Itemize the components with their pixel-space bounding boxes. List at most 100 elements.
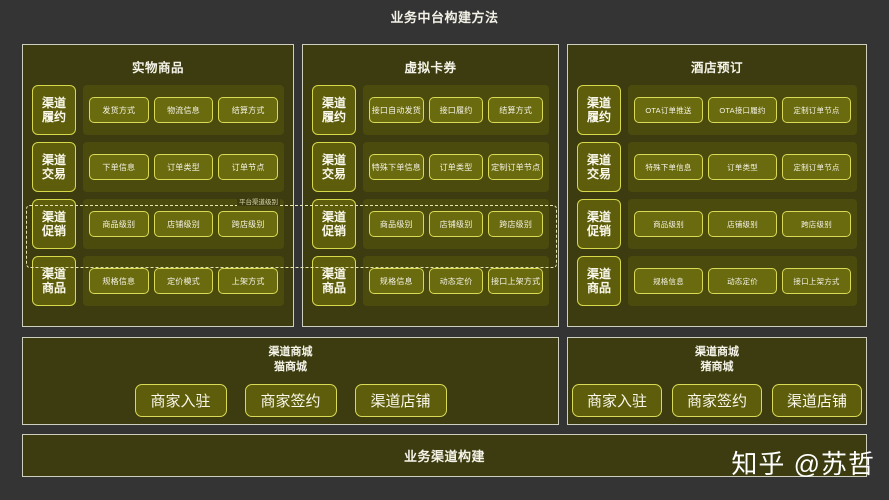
row-label[interactable]: 渠道 商品 — [32, 256, 76, 306]
capability-pill[interactable]: 规格信息 — [634, 268, 703, 294]
capability-pill[interactable]: 订单类型 — [708, 154, 777, 180]
row-label[interactable]: 渠道 促销 — [577, 199, 621, 249]
capability-pill[interactable]: 订单节点 — [218, 154, 279, 180]
row-label[interactable]: 渠道 促销 — [312, 199, 356, 249]
capability-row: 渠道 促销 商品级别 店铺级别 跨店级别 — [577, 199, 857, 249]
row-body: 特殊下单信息 订单类型 定制订单节点 — [363, 142, 549, 192]
row-label-line2: 交易 — [41, 167, 66, 181]
capability-pill[interactable]: 商品级别 — [89, 211, 149, 237]
capability-pill[interactable]: 定制订单节点 — [488, 154, 544, 180]
capability-pill[interactable]: 跨店级别 — [218, 211, 279, 237]
capability-pill[interactable]: 店铺级别 — [153, 211, 214, 237]
row-label-line1: 渠道 — [41, 152, 66, 167]
capability-pill[interactable]: 接口上架方式 — [782, 268, 851, 294]
capability-row: 渠道 商品 规格信息 动态定价 接口上架方式 — [312, 256, 549, 306]
row-label[interactable]: 渠道 商品 — [577, 256, 621, 306]
capability-rows: 渠道 履约 OTA订单推送 OTA接口履约 定制订单节点 渠道 交易 特殊下单信… — [577, 85, 857, 317]
capability-pill[interactable]: 定价模式 — [153, 268, 214, 294]
capability-pill[interactable]: 动态定价 — [428, 268, 484, 294]
row-label-line1: 渠道 — [321, 152, 346, 167]
row-label[interactable]: 渠道 交易 — [312, 142, 356, 192]
capability-row: 渠道 交易 特殊下单信息 订单类型 定制订单节点 — [577, 142, 857, 192]
capability-pill[interactable]: 店铺级别 — [708, 211, 777, 237]
mall-buttons: 商家入驻 商家签约 渠道店铺 — [571, 383, 863, 417]
row-label-line2: 履约 — [586, 110, 611, 124]
mall-buttons: 商家入驻 商家签约 渠道店铺 — [134, 383, 447, 417]
capability-row: 渠道 商品 规格信息 动态定价 接口上架方式 — [577, 256, 857, 306]
capability-pill[interactable]: 定制订单节点 — [782, 97, 851, 123]
capability-pill[interactable]: 特殊下单信息 — [369, 154, 424, 180]
capability-pill[interactable]: 订单类型 — [153, 154, 214, 180]
capability-row: 渠道 促销 商品级别 店铺级别 跨店级别 — [312, 199, 549, 249]
row-label[interactable]: 渠道 履约 — [312, 85, 356, 135]
merchant-contract-button[interactable]: 商家签约 — [244, 383, 337, 417]
capability-pill[interactable]: 定制订单节点 — [782, 154, 851, 180]
row-label-line1: 渠道 — [586, 209, 611, 224]
mall-title-line2: 猫商城 — [274, 361, 307, 373]
capability-pill[interactable]: 上架方式 — [218, 268, 279, 294]
row-body: 规格信息 动态定价 接口上架方式 — [363, 256, 549, 306]
capability-pill[interactable]: 下单信息 — [89, 154, 149, 180]
merchant-contract-button[interactable]: 商家签约 — [672, 383, 763, 417]
row-label[interactable]: 渠道 促销 — [32, 199, 76, 249]
row-label-line2: 履约 — [321, 110, 346, 124]
row-label-line2: 交易 — [586, 167, 611, 181]
mall-title-line1: 渠道商城 — [695, 346, 739, 359]
row-label[interactable]: 渠道 交易 — [32, 142, 76, 192]
row-label-line1: 渠道 — [321, 266, 346, 281]
capability-pill[interactable]: 结算方式 — [488, 97, 544, 123]
merchant-onboard-button[interactable]: 商家入驻 — [571, 383, 662, 417]
merchant-onboard-button[interactable]: 商家入驻 — [134, 383, 227, 417]
capability-pill[interactable]: OTA接口履约 — [708, 97, 777, 123]
domain-panels: 实物商品 渠道 履约 发货方式 物流信息 结算方式 渠道 交易 下单信息 订单类… — [22, 44, 867, 327]
row-label[interactable]: 渠道 履约 — [577, 85, 621, 135]
capability-pill[interactable]: 商品级别 — [369, 211, 424, 237]
row-body: 下单信息 订单类型 订单节点 — [83, 142, 284, 192]
capability-pill[interactable]: 接口自动发货 — [369, 97, 424, 123]
channel-store-button[interactable]: 渠道店铺 — [772, 383, 863, 417]
row-label-line2: 促销 — [321, 224, 346, 238]
panel-title: 酒店预订 — [690, 61, 743, 75]
capability-pill[interactable]: 店铺级别 — [428, 211, 484, 237]
platform-channel-level-label: 平台渠道级别 — [237, 196, 280, 206]
capability-pill[interactable]: 跨店级别 — [488, 211, 544, 237]
capability-pill[interactable]: 接口上架方式 — [488, 268, 544, 294]
capability-pill[interactable]: 结算方式 — [218, 97, 279, 123]
row-body: OTA订单推送 OTA接口履约 定制订单节点 — [628, 85, 857, 135]
capability-pill[interactable]: 接口履约 — [428, 97, 484, 123]
page-title: 业务中台构建方法 — [390, 10, 499, 25]
row-label-line1: 渠道 — [41, 266, 66, 281]
row-label[interactable]: 渠道 履约 — [32, 85, 76, 135]
mall-section-pig: 渠道商城 猪商城 商家入驻 商家签约 渠道店铺 — [567, 337, 867, 425]
row-label-line1: 渠道 — [321, 95, 346, 110]
channel-store-button[interactable]: 渠道店铺 — [354, 383, 447, 417]
row-body: 接口自动发货 接口履约 结算方式 — [363, 85, 549, 135]
mall-title: 渠道商城 猪商城 — [695, 345, 739, 374]
capability-pill[interactable]: 发货方式 — [89, 97, 149, 123]
row-label-line1: 渠道 — [586, 95, 611, 110]
capability-pill[interactable]: 规格信息 — [89, 268, 149, 294]
capability-pill[interactable]: 规格信息 — [369, 268, 424, 294]
capability-pill[interactable]: 物流信息 — [153, 97, 214, 123]
panel-title: 虚拟卡券 — [404, 61, 457, 75]
diagram-canvas: 业务中台构建方法 实物商品 渠道 履约 发货方式 物流信息 结算方式 渠道 交易… — [0, 0, 889, 500]
row-body: 商品级别 店铺级别 跨店级别 — [363, 199, 549, 249]
capability-pill[interactable]: 订单类型 — [428, 154, 484, 180]
capability-pill[interactable]: 商品级别 — [634, 211, 703, 237]
row-label-line2: 商品 — [586, 281, 611, 295]
row-label[interactable]: 渠道 交易 — [577, 142, 621, 192]
row-body: 特殊下单信息 订单类型 定制订单节点 — [628, 142, 857, 192]
capability-pill[interactable]: 动态定价 — [708, 268, 777, 294]
row-label-line2: 促销 — [586, 224, 611, 238]
capability-pill[interactable]: OTA订单推送 — [634, 97, 703, 123]
capability-row: 渠道 履约 发货方式 物流信息 结算方式 — [32, 85, 284, 135]
capability-row: 渠道 促销 商品级别 店铺级别 跨店级别 — [32, 199, 284, 249]
row-label-line2: 履约 — [41, 110, 66, 124]
row-label[interactable]: 渠道 商品 — [312, 256, 356, 306]
mall-title-line1: 渠道商城 — [268, 346, 313, 359]
row-label-line1: 渠道 — [321, 209, 346, 224]
row-label-line2: 商品 — [321, 281, 346, 295]
capability-pill[interactable]: 特殊下单信息 — [634, 154, 703, 180]
capability-pill[interactable]: 跨店级别 — [782, 211, 851, 237]
watermark: 知乎 @苏哲 — [731, 449, 875, 479]
